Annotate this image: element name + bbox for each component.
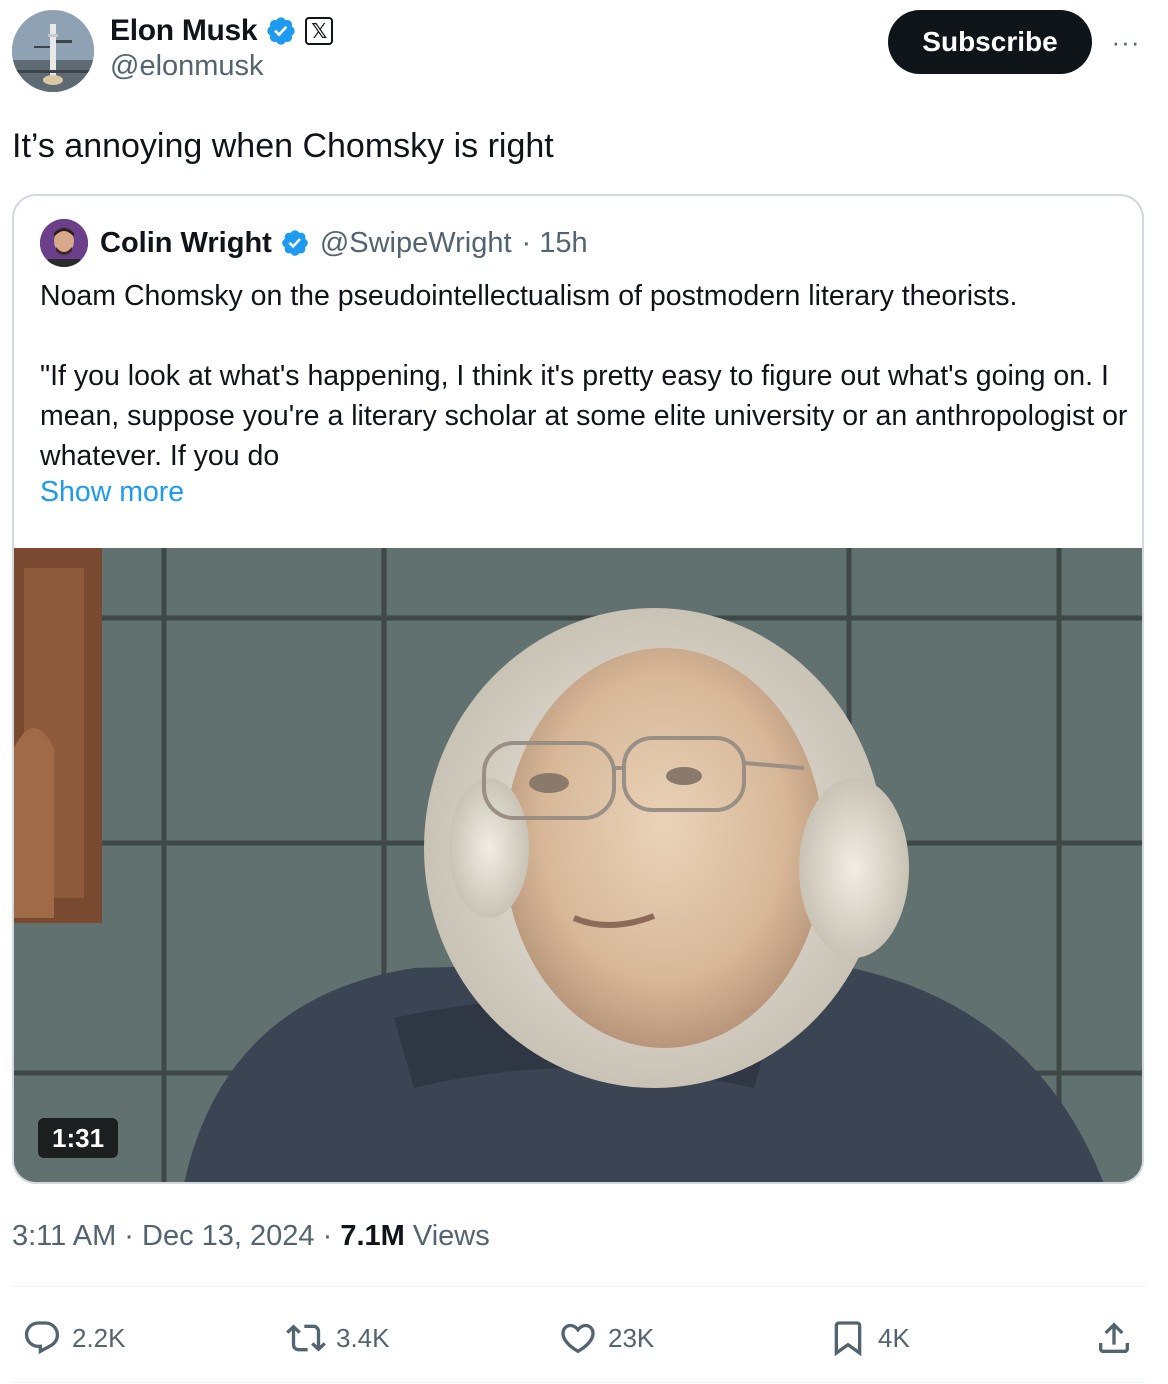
heart-icon	[561, 1323, 595, 1354]
author-display-name[interactable]: Elon Musk	[110, 14, 258, 48]
action-bar: 2.2K 3.4K 23K 4K	[0, 1310, 1168, 1366]
quoted-paragraph: Noam Chomsky on the pseudointellectualis…	[40, 280, 1018, 312]
quoted-author-avatar[interactable]	[40, 219, 88, 267]
repost-button[interactable]: 3.4K	[286, 1310, 390, 1366]
video-player[interactable]: 1:31	[14, 548, 1142, 1182]
repost-count: 3.4K	[336, 1322, 390, 1353]
meta-separator: ·	[314, 1220, 341, 1252]
quoted-author-handle[interactable]: @SwipeWright	[320, 227, 512, 260]
subscribe-button[interactable]: Subscribe	[888, 10, 1092, 74]
reply-count: 2.2K	[72, 1322, 126, 1353]
bookmark-icon	[834, 1321, 862, 1357]
show-more-link[interactable]: Show more	[40, 476, 184, 509]
more-options-icon[interactable]: ···	[1108, 24, 1144, 60]
x-affiliate-icon[interactable]: 𝕏	[305, 17, 334, 45]
verified-badge-icon	[267, 17, 295, 45]
reply-icon	[24, 1321, 60, 1355]
like-button[interactable]: 23K	[558, 1310, 654, 1366]
rocket-launch-image	[12, 10, 94, 92]
post-text: It’s annoying when Chomsky is right	[12, 127, 554, 165]
quoted-paragraph: "If you look at what's happening, I thin…	[40, 360, 1128, 472]
views-count: 7.1M	[340, 1220, 405, 1252]
author-name-row: Elon Musk 𝕏	[110, 12, 334, 50]
like-count: 23K	[608, 1322, 655, 1353]
quoted-author-name[interactable]: Colin Wright	[100, 227, 272, 260]
share-icon	[1099, 1322, 1129, 1353]
quoted-verified-badge-icon	[282, 230, 308, 256]
bookmark-count: 4K	[878, 1322, 910, 1353]
bookmark-button[interactable]: 4K	[828, 1310, 910, 1366]
divider	[12, 1286, 1146, 1287]
quoted-post-time: · 15h	[521, 226, 588, 259]
post-date[interactable]: Dec 13, 2024	[142, 1220, 315, 1252]
views-label: Views	[412, 1220, 490, 1252]
author-avatar[interactable]	[12, 10, 94, 92]
video-thumbnail	[14, 548, 1142, 1182]
quoted-post[interactable]: Colin Wright @SwipeWright · 15h Noam Cho…	[12, 194, 1144, 1184]
video-duration: 1:31	[38, 1118, 119, 1158]
meta-separator: ·	[116, 1220, 143, 1252]
divider	[12, 1382, 1146, 1383]
author-handle[interactable]: @elonmusk	[110, 50, 264, 83]
share-button[interactable]	[1094, 1310, 1134, 1366]
quoted-post-text: Noam Chomsky on the pseudointellectualis…	[40, 276, 1130, 476]
post-header: Elon Musk 𝕏 @elonmusk Subscribe ···	[0, 0, 1168, 100]
repost-icon	[286, 1324, 326, 1352]
post-time[interactable]: 3:11 AM	[12, 1220, 116, 1252]
quoted-author-row: Colin Wright @SwipeWright · 15h	[40, 219, 588, 267]
quoted-avatar-image	[40, 219, 88, 267]
reply-button[interactable]: 2.2K	[22, 1310, 126, 1366]
post-meta: 3:11 AM · Dec 13, 2024 · 7.1M Views	[12, 1214, 490, 1258]
